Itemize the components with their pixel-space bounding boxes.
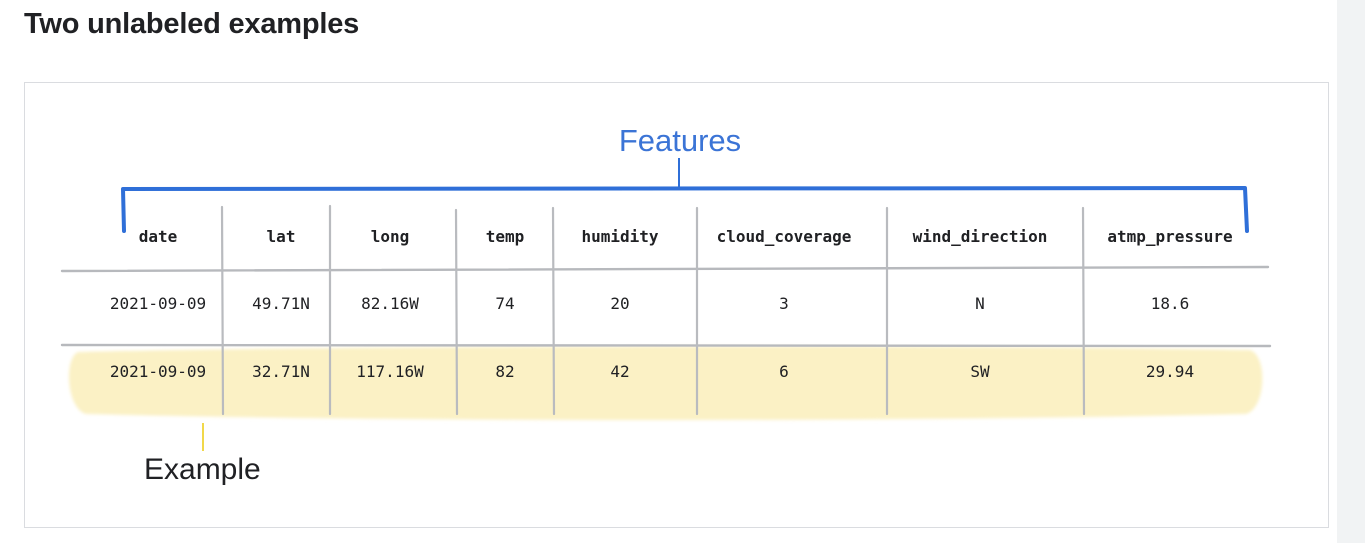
table-cell: 29.94 [1146,362,1194,381]
column-header-atmp-pressure: atmp_pressure [1107,227,1232,246]
table-cell: 3 [779,294,789,313]
table-cell: 117.16W [356,362,424,381]
table-cell: 2021-09-09 [110,362,206,381]
column-headers: date lat long temp humidity cloud_covera… [139,227,1233,246]
page: Two unlabeled examples Features Example … [0,0,1365,543]
table-cell: 2021-09-09 [110,294,206,313]
table-cell: 20 [610,294,629,313]
table-cell: 6 [779,362,789,381]
column-header-humidity: humidity [581,227,658,246]
column-header-lat: lat [267,227,296,246]
column-header-temp: temp [486,227,525,246]
table-cell: 49.71N [252,294,310,313]
column-header-wind-direction: wind_direction [913,227,1048,246]
column-header-long: long [371,227,410,246]
features-diagram: Features Example date lat long temp humi… [60,123,1272,486]
example-label: Example [144,453,261,486]
table-cell: 42 [610,362,629,381]
table-cell: 74 [495,294,514,313]
table-row: 2021-09-09 49.71N 82.16W 74 20 3 N 18.6 [110,294,1189,313]
header-rule [60,265,1270,273]
table-cell: 82 [495,362,514,381]
column-header-cloud-coverage: cloud_coverage [717,227,852,246]
column-header-date: date [139,227,178,246]
table-cell: SW [970,362,990,381]
table-cell: 32.71N [252,362,310,381]
row-separator [60,343,1272,348]
table-cell: 18.6 [1151,294,1190,313]
table-cell: 82.16W [361,294,419,313]
features-label: Features [619,123,741,158]
features-brace [121,186,1249,233]
table-cell: N [975,294,985,313]
